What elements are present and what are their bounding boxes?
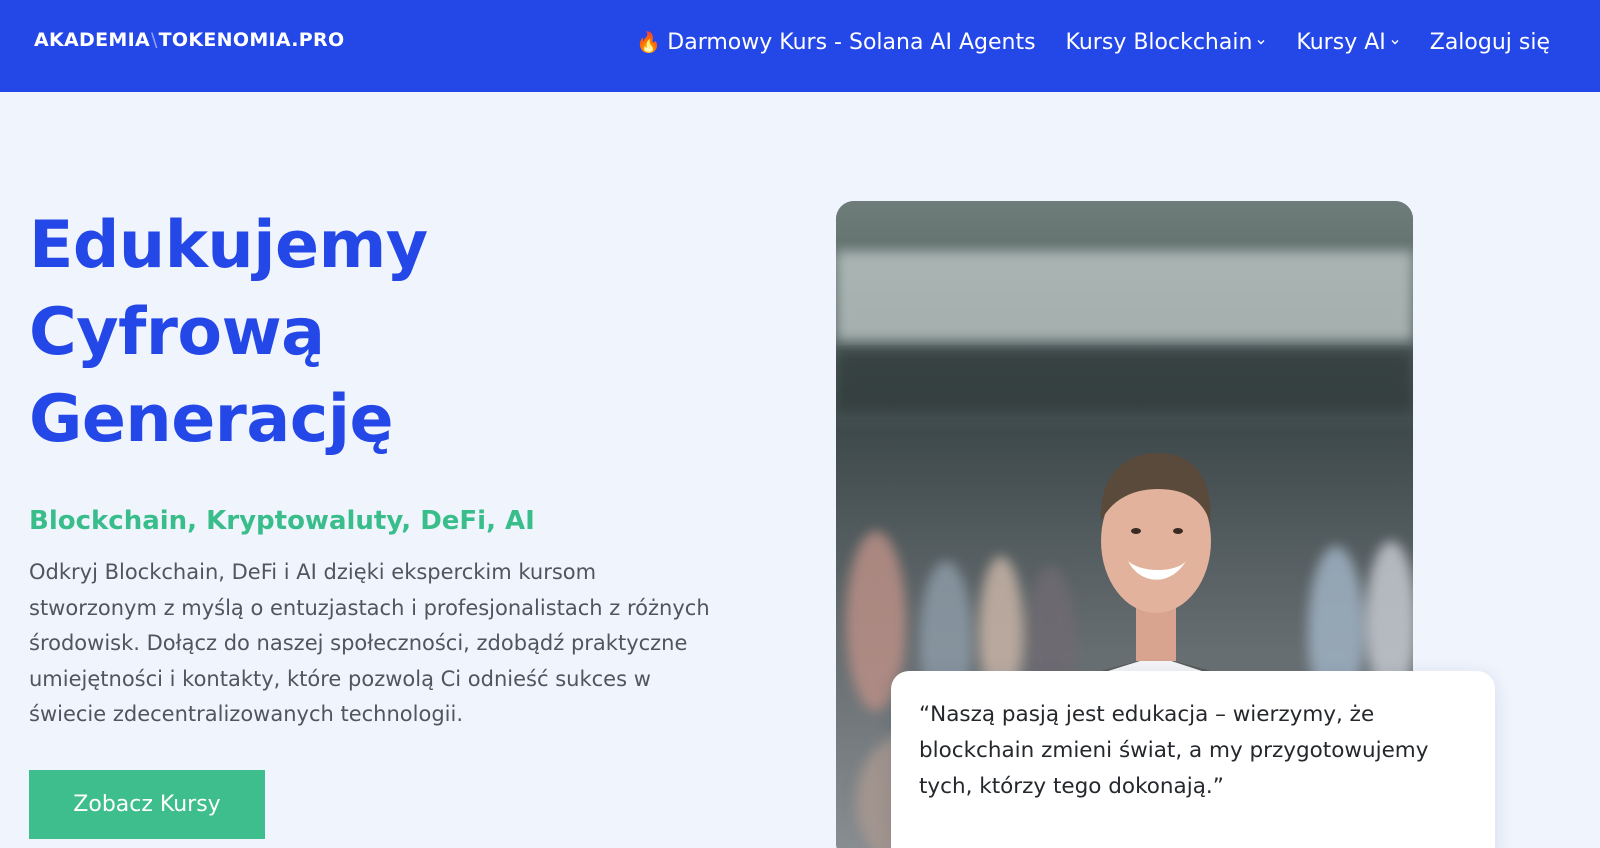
nav-item-login-label: Zaloguj się <box>1429 29 1550 55</box>
hero-description: Odkryj Blockchain, DeFi i AI dzięki eksp… <box>29 560 710 726</box>
nav-item-blockchain-courses[interactable]: Kursy Blockchain <box>1066 30 1267 55</box>
see-courses-button[interactable]: Zobacz Kursy <box>29 770 265 839</box>
logo-separator: \ <box>150 29 158 51</box>
chevron-down-icon <box>1257 40 1265 45</box>
chevron-down-icon <box>1391 40 1399 45</box>
logo-part-tokenomia: TOKENOMIA.PRO <box>158 29 345 51</box>
hero-title-line: Generację <box>29 382 394 457</box>
nav-item-free-course[interactable]: 🔥 Darmowy Kurs - Solana AI Agents <box>636 30 1035 55</box>
main-nav: 🔥 Darmowy Kurs - Solana AI Agents Kursy … <box>636 0 1550 84</box>
fire-icon: 🔥 <box>636 30 662 54</box>
nav-item-ai-courses[interactable]: Kursy AI <box>1296 30 1399 55</box>
nav-item-login[interactable]: Zaloguj się <box>1430 30 1550 55</box>
logo-part-akademia: AKADEMIA <box>34 29 150 51</box>
nav-item-free-course-label: Darmowy Kurs - Solana AI Agents <box>667 29 1036 55</box>
hero-title-line: Cyfrową <box>29 295 325 370</box>
hero-title-line: Edukujemy <box>29 208 428 283</box>
hero-title: Edukujemy Cyfrową Generację <box>29 202 428 463</box>
hero-subtitle: Blockchain, Kryptowaluty, DeFi, AI <box>29 506 535 536</box>
top-navbar: AKADEMIA\TOKENOMIA.PRO 🔥 Darmowy Kurs - … <box>0 0 1600 92</box>
quote-card: “Naszą pasją jest edukacja – wierzymy, ż… <box>891 671 1495 848</box>
nav-item-blockchain-courses-label: Kursy Blockchain <box>1065 29 1253 55</box>
nav-item-ai-courses-label: Kursy AI <box>1296 29 1386 55</box>
site-logo[interactable]: AKADEMIA\TOKENOMIA.PRO <box>34 29 344 51</box>
quote-text: “Naszą pasją jest edukacja – wierzymy, ż… <box>919 702 1429 799</box>
